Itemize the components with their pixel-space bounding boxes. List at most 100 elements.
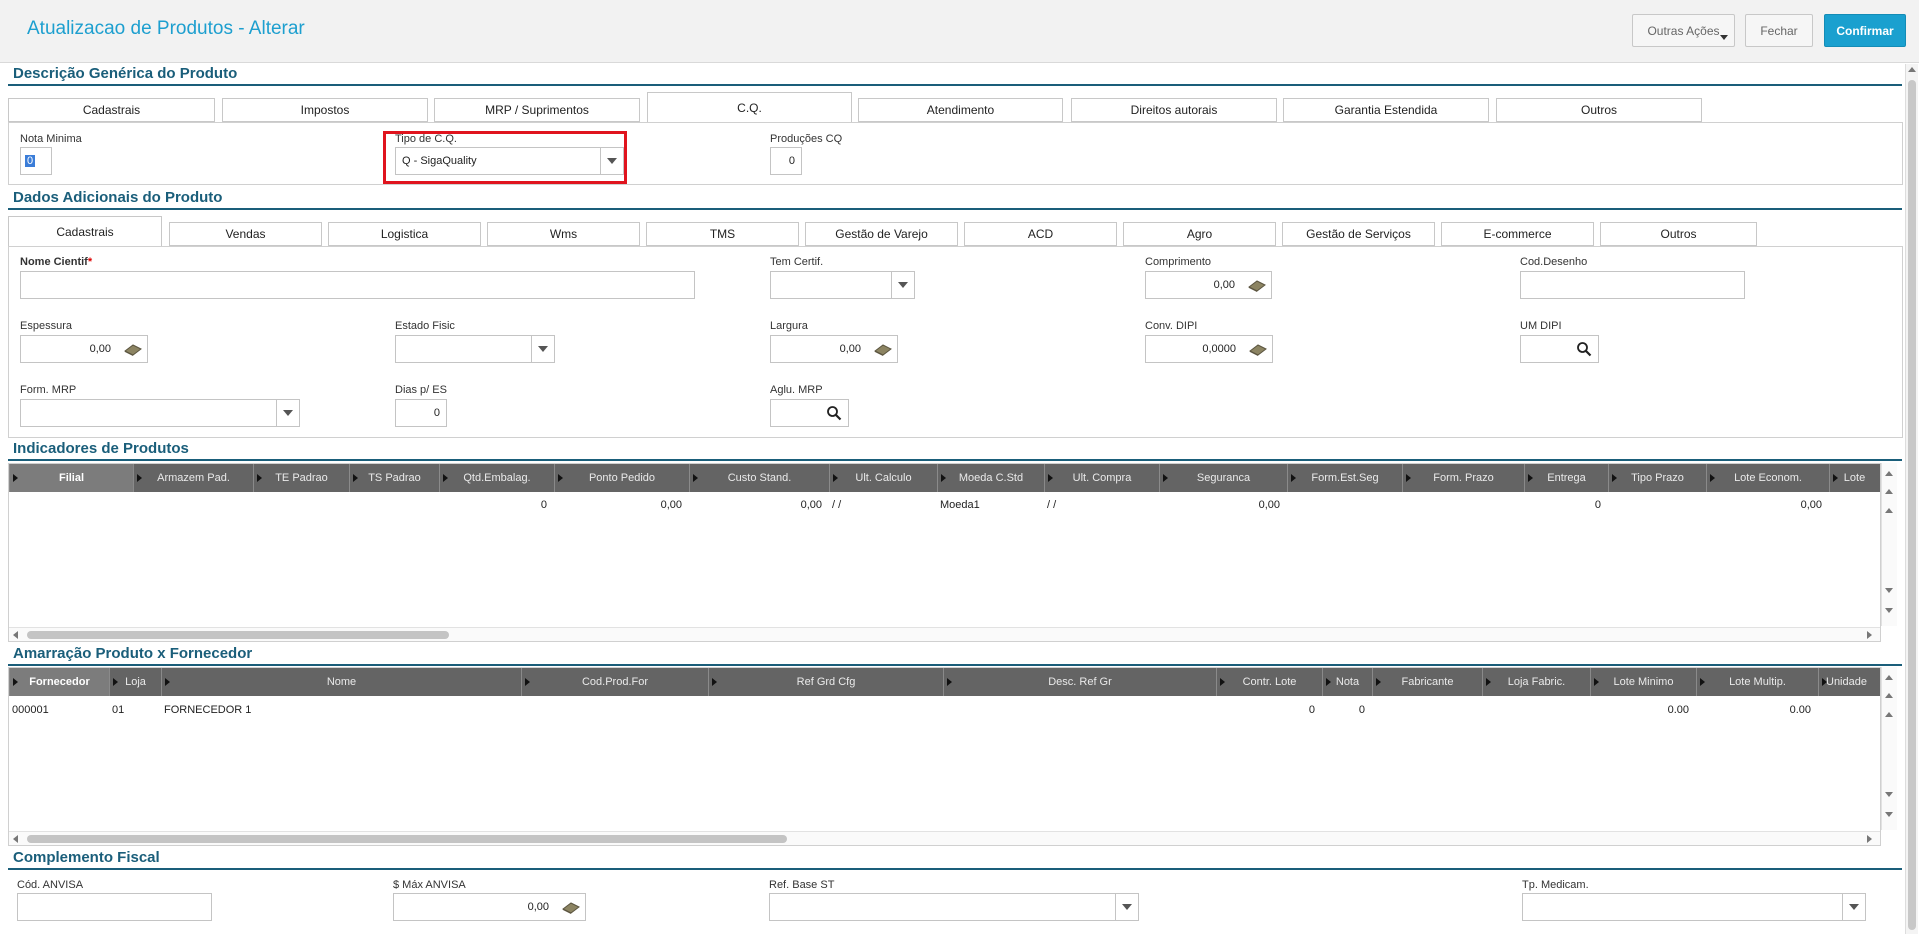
column-header[interactable]: Fabricante — [1372, 668, 1482, 696]
largura-field[interactable]: 0,00 — [770, 335, 898, 363]
column-header[interactable]: Custo Stand. — [689, 464, 829, 492]
column-header[interactable]: Unidade — [1818, 668, 1874, 696]
scroll-up-icon[interactable] — [1885, 693, 1893, 698]
scroll-down-icon[interactable] — [1885, 588, 1893, 593]
confirmar-button[interactable]: Confirmar — [1824, 14, 1906, 47]
um-dipi-field[interactable] — [1520, 335, 1599, 363]
search-icon[interactable] — [826, 405, 842, 421]
scroll-thumb[interactable] — [27, 631, 449, 639]
tab-outros[interactable]: Outros — [1600, 222, 1757, 246]
column-header[interactable]: Loja — [109, 668, 161, 696]
scroll-bottom-icon[interactable] — [1885, 608, 1893, 613]
column-header[interactable]: Lote — [1829, 464, 1879, 492]
estado-fisic-select[interactable] — [395, 335, 555, 363]
column-header[interactable]: Cod.Prod.For — [521, 668, 708, 696]
column-header[interactable]: Seguranca — [1159, 464, 1287, 492]
indicadores-vertical-scrollbar[interactable] — [1881, 463, 1897, 626]
calculator-icon[interactable] — [561, 900, 581, 914]
scroll-up-icon[interactable] — [1885, 508, 1893, 513]
column-header[interactable]: Nota — [1322, 668, 1372, 696]
chevron-down-icon[interactable] — [276, 400, 299, 426]
calculator-icon[interactable] — [873, 342, 893, 356]
calculator-icon[interactable] — [1248, 342, 1268, 356]
column-header[interactable]: Ult. Compra — [1044, 464, 1159, 492]
outras-acoes-button[interactable]: Outras Ações — [1632, 14, 1735, 47]
scroll-right-icon[interactable] — [1867, 835, 1872, 843]
nota-minima-field[interactable]: 0 — [20, 147, 52, 175]
column-header[interactable]: Tipo Prazo — [1608, 464, 1706, 492]
scroll-bottom-icon[interactable] — [1885, 812, 1893, 817]
column-header[interactable]: Entrega — [1524, 464, 1608, 492]
tab-outros[interactable]: Outros — [1496, 98, 1702, 122]
tab-gest-o-de-servi-os[interactable]: Gestão de Serviços — [1282, 222, 1435, 246]
column-header[interactable]: Ponto Pedido — [554, 464, 689, 492]
tab-tms[interactable]: TMS — [646, 222, 799, 246]
tab-c-q[interactable]: C.Q. — [647, 92, 852, 122]
chevron-down-icon[interactable] — [1842, 894, 1865, 920]
column-header[interactable]: Form.Est.Seg — [1287, 464, 1402, 492]
scroll-right-icon[interactable] — [1867, 631, 1872, 639]
column-header[interactable]: Lote Econom. — [1706, 464, 1829, 492]
fechar-button[interactable]: Fechar — [1745, 14, 1813, 47]
cod-desenho-field[interactable] — [1520, 271, 1745, 299]
horizontal-scrollbar[interactable] — [9, 831, 1880, 845]
table-row[interactable]: 0 0,00 0,00 / / Moeda1 / / 0,00 0 0,00 — [9, 499, 1869, 517]
scroll-left-icon[interactable] — [13, 631, 18, 639]
column-header[interactable]: Ult. Calculo — [829, 464, 937, 492]
tab-cadastrais[interactable]: Cadastrais — [8, 216, 162, 246]
tab-cadastrais[interactable]: Cadastrais — [8, 98, 215, 122]
column-header[interactable]: TE Padrao — [253, 464, 349, 492]
tab-atendimento[interactable]: Atendimento — [858, 98, 1063, 122]
column-header[interactable]: Contr. Lote — [1216, 668, 1322, 696]
column-header[interactable]: Nome — [161, 668, 521, 696]
column-header[interactable]: Ref Grd Cfg — [708, 668, 943, 696]
column-header[interactable]: Lote Minimo — [1590, 668, 1696, 696]
form-mrp-select[interactable] — [20, 399, 300, 427]
ref-base-st-select[interactable] — [769, 893, 1139, 921]
horizontal-scrollbar[interactable] — [9, 627, 1880, 641]
espessura-field[interactable]: 0,00 — [20, 335, 148, 363]
aglu-mrp-field[interactable] — [770, 399, 849, 427]
column-header[interactable]: Armazem Pad. — [133, 464, 253, 492]
scroll-thumb[interactable] — [27, 835, 787, 843]
chevron-down-icon[interactable] — [891, 272, 914, 298]
calculator-icon[interactable] — [1247, 278, 1267, 292]
scroll-top-icon[interactable] — [1885, 675, 1893, 680]
scroll-left-icon[interactable] — [13, 835, 18, 843]
tem-certif-select[interactable] — [770, 271, 915, 299]
conv-dipi-field[interactable]: 0,0000 — [1145, 335, 1273, 363]
column-header[interactable]: Qtd.Embalag. — [439, 464, 554, 492]
scroll-up-icon[interactable] — [1908, 67, 1916, 72]
column-header[interactable]: TS Padrao — [349, 464, 439, 492]
search-icon[interactable] — [1576, 341, 1592, 357]
nome-cientif-field[interactable] — [20, 271, 695, 299]
producoes-cq-field[interactable]: 0 — [770, 147, 802, 175]
tp-medicam-select[interactable] — [1522, 893, 1866, 921]
tab-acd[interactable]: ACD — [964, 222, 1117, 246]
calculator-icon[interactable] — [123, 342, 143, 356]
tab-gest-o-de-varejo[interactable]: Gestão de Varejo — [805, 222, 958, 246]
column-header[interactable]: Loja Fabric. — [1482, 668, 1590, 696]
amarracao-vertical-scrollbar[interactable] — [1881, 667, 1897, 830]
tab-mrp-suprimentos[interactable]: MRP / Suprimentos — [434, 98, 640, 122]
column-header[interactable]: Lote Multip. — [1696, 668, 1818, 696]
tab-impostos[interactable]: Impostos — [222, 98, 428, 122]
tab-logistica[interactable]: Logistica — [328, 222, 481, 246]
chevron-down-icon[interactable] — [1115, 894, 1138, 920]
tab-vendas[interactable]: Vendas — [169, 222, 322, 246]
max-anvisa-field[interactable]: 0,00 — [393, 893, 586, 921]
dias-es-field[interactable]: 0 — [395, 399, 447, 427]
table-row[interactable]: 000001 01 FORNECEDOR 1 0 0 0.00 0.00 — [9, 704, 1869, 722]
tab-agro[interactable]: Agro — [1123, 222, 1276, 246]
column-header[interactable]: Fornecedor — [9, 668, 109, 696]
scroll-up-icon[interactable] — [1885, 712, 1893, 717]
scroll-top-icon[interactable] — [1885, 471, 1893, 476]
scroll-down-icon[interactable] — [1885, 792, 1893, 797]
cod-anvisa-field[interactable] — [17, 893, 212, 921]
tab-garantia-estendida[interactable]: Garantia Estendida — [1283, 98, 1489, 122]
tab-e-commerce[interactable]: E-commerce — [1441, 222, 1594, 246]
tab-direitos-autorais[interactable]: Direitos autorais — [1071, 98, 1277, 122]
column-header[interactable]: Desc. Ref Gr — [943, 668, 1216, 696]
page-vertical-scrollbar[interactable] — [1905, 64, 1918, 934]
chevron-down-icon[interactable] — [531, 336, 554, 362]
